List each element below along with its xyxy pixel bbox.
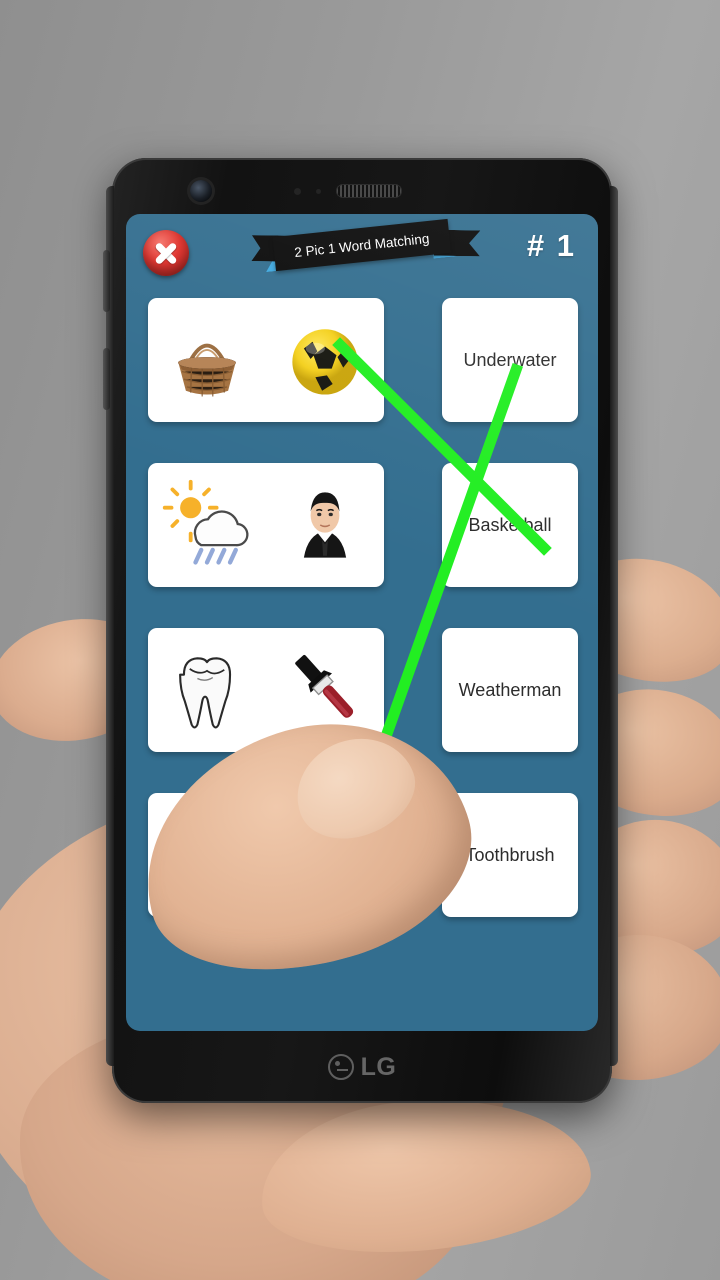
proximity-sensor-icon bbox=[294, 188, 301, 195]
phone-device: 2 Pic 1 Word Matching # 1 Underwater Bas… bbox=[103, 158, 618, 1103]
title-ribbon: 2 Pic 1 Word Matching bbox=[272, 215, 452, 279]
word-card-label: Toothbrush bbox=[465, 844, 555, 865]
lg-brand-text: LG bbox=[360, 1052, 397, 1081]
lg-circle-logo-icon bbox=[327, 1054, 354, 1080]
close-x-icon[interactable] bbox=[143, 230, 189, 276]
phone-right-edge bbox=[610, 186, 618, 1066]
word-card-basketball[interactable]: Basketball bbox=[442, 463, 578, 587]
picture-card-row-1[interactable] bbox=[148, 298, 384, 422]
volume-up-button[interactable] bbox=[103, 250, 110, 312]
sun-cloud-rain-image bbox=[157, 477, 257, 573]
picture-card-row-2[interactable] bbox=[148, 463, 384, 587]
light-sensor-icon bbox=[316, 189, 321, 194]
word-card-label: Underwater bbox=[463, 349, 557, 370]
app-title-text: 2 Pic 1 Word Matching bbox=[293, 230, 430, 260]
lg-brand-logo: LG bbox=[327, 1052, 397, 1082]
man-in-suit-image bbox=[275, 477, 375, 573]
earpiece-speaker-icon bbox=[336, 184, 402, 198]
front-camera-icon bbox=[190, 180, 212, 202]
word-card-weatherman[interactable]: Weatherman bbox=[442, 628, 578, 752]
word-card-underwater[interactable]: Underwater bbox=[442, 298, 578, 422]
volume-down-button[interactable] bbox=[103, 348, 110, 410]
round-counter: # 1 bbox=[526, 228, 576, 263]
thumb-overlay bbox=[60, 689, 496, 1006]
soccer-ball-image bbox=[275, 312, 375, 408]
app-title: 2 Pic 1 Word Matching bbox=[272, 218, 452, 272]
word-card-label: Weatherman bbox=[458, 679, 562, 700]
word-card-label: Basketball bbox=[468, 514, 552, 535]
phone-bottom-bezel: LG bbox=[112, 1031, 612, 1103]
phone-top-bezel bbox=[112, 158, 612, 214]
wicker-basket-image bbox=[157, 312, 257, 408]
app-header: 2 Pic 1 Word Matching # 1 bbox=[126, 214, 598, 292]
